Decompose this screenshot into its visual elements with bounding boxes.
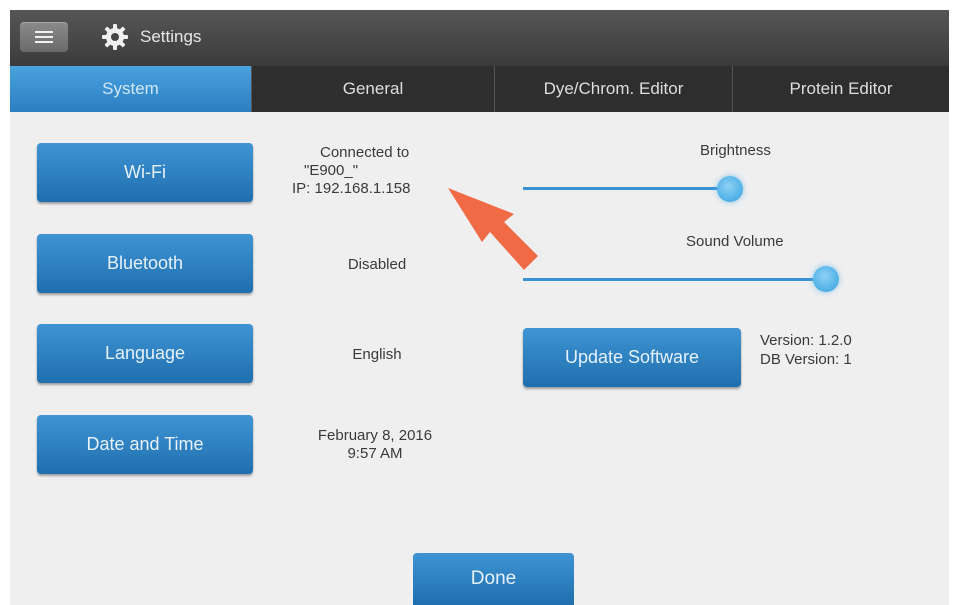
language-button[interactable]: Language bbox=[37, 324, 253, 383]
language-status: English bbox=[352, 346, 402, 363]
settings-screen: Settings System General Dye/Chrom. Edito… bbox=[10, 10, 949, 605]
done-button[interactable]: Done bbox=[413, 553, 574, 605]
current-time: 9:57 AM bbox=[347, 445, 403, 462]
tab-protein-editor[interactable]: Protein Editor bbox=[733, 66, 949, 112]
brightness-knob[interactable] bbox=[717, 176, 743, 202]
bluetooth-status: Disabled bbox=[347, 256, 407, 273]
tab-system[interactable]: System bbox=[10, 66, 252, 112]
current-date: February 8, 2016 bbox=[317, 427, 433, 444]
bluetooth-button[interactable]: Bluetooth bbox=[37, 234, 253, 293]
wifi-ip-address: IP: 192.168.1.158 bbox=[292, 180, 411, 197]
tab-general[interactable]: General bbox=[252, 66, 495, 112]
date-and-time-button[interactable]: Date and Time bbox=[37, 415, 253, 474]
brightness-track bbox=[523, 187, 733, 190]
tab-dye-chrom-editor[interactable]: Dye/Chrom. Editor bbox=[495, 66, 733, 112]
app-title: Settings bbox=[140, 27, 202, 46]
menu-button[interactable] bbox=[20, 22, 68, 52]
wifi-status-line1: Connected to bbox=[320, 144, 410, 161]
brightness-label: Brightness bbox=[700, 142, 771, 159]
wifi-button[interactable]: Wi-Fi bbox=[37, 143, 253, 202]
version-info: Version: 1.2.0 DB Version: 1 bbox=[760, 331, 852, 369]
db-version: DB Version: 1 bbox=[760, 351, 852, 368]
arrow-pointer-icon bbox=[448, 188, 538, 270]
tab-bar: System General Dye/Chrom. Editor Protein… bbox=[10, 66, 949, 112]
datetime-status: February 8, 2016 9:57 AM bbox=[290, 427, 460, 463]
sound-volume-track bbox=[523, 278, 829, 281]
wifi-status: Connected to "E900_" IP: 192.168.1.158 bbox=[292, 144, 462, 198]
sound-volume-label: Sound Volume bbox=[686, 233, 784, 250]
top-bar: Settings bbox=[10, 10, 949, 66]
software-version: Version: 1.2.0 bbox=[760, 332, 852, 349]
gear-icon bbox=[102, 24, 128, 50]
wifi-network-name: "E900_" bbox=[304, 162, 359, 179]
update-software-button[interactable]: Update Software bbox=[523, 328, 741, 387]
sound-volume-knob[interactable] bbox=[813, 266, 839, 292]
